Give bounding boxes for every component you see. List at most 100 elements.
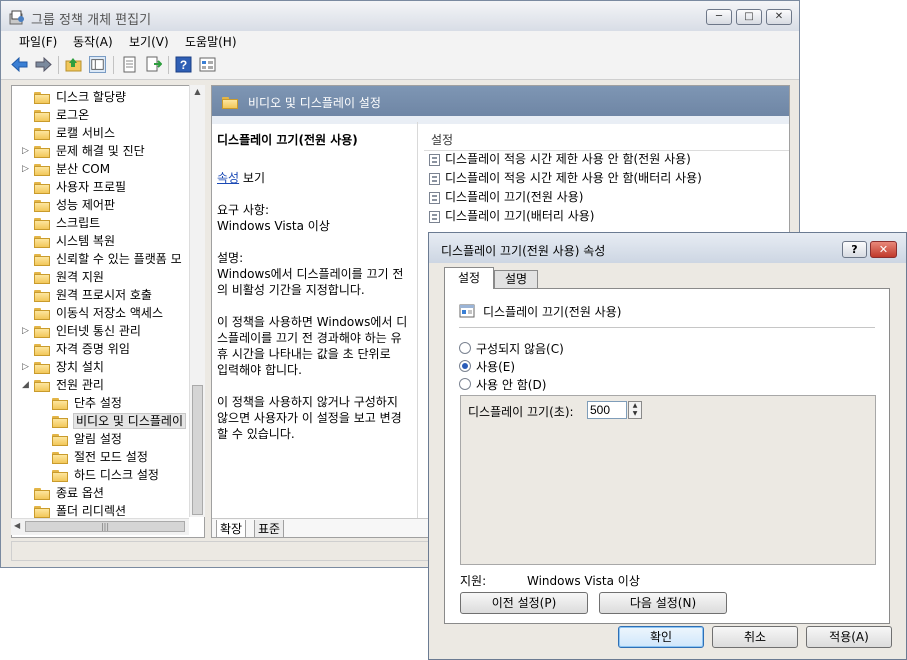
- tree-horizontal-scrollbar[interactable]: ◀ |||: [11, 518, 189, 535]
- tree-item[interactable]: 신뢰할 수 있는 플랫폼 모: [34, 250, 182, 268]
- tree-item[interactable]: 알림 설정: [52, 430, 122, 448]
- tree-expander-icon[interactable]: ▷: [22, 358, 29, 376]
- dialog-title-bar: 디스플레이 끄기(전원 사용) 속성 ? ✕: [429, 233, 906, 263]
- tree-item[interactable]: 단추 설정: [52, 394, 122, 412]
- tab-settings[interactable]: 설정: [444, 267, 494, 289]
- tree-item[interactable]: 스크립트: [34, 214, 100, 232]
- tree-item[interactable]: 절전 모드 설정: [52, 448, 148, 466]
- tree-item[interactable]: ▷ 인터넷 통신 관리: [22, 322, 141, 340]
- tree-item[interactable]: 로그온: [34, 106, 89, 124]
- tree-item[interactable]: 종료 옵션: [34, 484, 104, 502]
- tree-item[interactable]: 원격 지원: [34, 268, 104, 286]
- next-setting-button[interactable]: 다음 설정(N): [599, 592, 727, 614]
- tree-item-label: 이동식 저장소 액세스: [56, 306, 163, 320]
- menu-file[interactable]: 파일(F): [19, 33, 57, 50]
- ok-button[interactable]: 확인: [618, 626, 704, 648]
- folder-icon: [52, 433, 68, 446]
- folder-icon: [34, 271, 50, 284]
- title-bar: 그룹 정책 개체 편집기 ─ □ ✕: [1, 1, 799, 31]
- tree-expander-icon[interactable]: ▷: [22, 322, 29, 340]
- properties-icon[interactable]: [121, 56, 138, 73]
- radio-disabled[interactable]: [459, 378, 471, 390]
- menu-bar: 파일(F) 동작(A) 보기(V) 도움말(H): [1, 31, 799, 51]
- back-arrow-icon[interactable]: [11, 56, 28, 73]
- apply-button[interactable]: 적용(A): [806, 626, 892, 648]
- tree-item[interactable]: 디스크 할당량: [34, 88, 126, 106]
- close-button[interactable]: ✕: [766, 9, 792, 25]
- scroll-thumb[interactable]: [192, 385, 203, 515]
- radio-enabled[interactable]: [459, 360, 471, 372]
- show-tree-icon[interactable]: [89, 56, 106, 73]
- setting-row[interactable]: 디스플레이 적응 시간 제한 사용 안 함(배터리 사용): [429, 169, 702, 188]
- description-line: 휴 시간을 나타내는 값을 초 단위로: [217, 347, 391, 361]
- radio-enabled-label[interactable]: 사용(E): [476, 358, 515, 375]
- radio-not-configured[interactable]: [459, 342, 471, 354]
- tree-vertical-scrollbar[interactable]: ▲: [189, 85, 205, 517]
- help-icon[interactable]: ?: [175, 56, 192, 73]
- previous-setting-button[interactable]: 이전 설정(P): [460, 592, 588, 614]
- tree-item[interactable]: ▷ 문제 해결 및 진단: [22, 142, 145, 160]
- setting-row[interactable]: 디스플레이 적응 시간 제한 사용 안 함(전원 사용): [429, 150, 691, 169]
- policy-setting-icon: [429, 210, 440, 223]
- up-folder-icon[interactable]: [65, 56, 82, 73]
- spin-up-icon[interactable]: ▲: [629, 402, 641, 410]
- minimize-button[interactable]: ─: [706, 9, 732, 25]
- tree-item-label: 원격 지원: [56, 270, 104, 284]
- folder-icon: [34, 109, 50, 122]
- export-list-icon[interactable]: [145, 56, 162, 73]
- seconds-input[interactable]: [587, 401, 627, 419]
- pane-header-title: 비디오 및 디스플레이 설정: [248, 96, 381, 110]
- tree-item[interactable]: 하드 디스크 설정: [52, 466, 159, 484]
- properties-link[interactable]: 속성: [217, 171, 239, 185]
- tree-item-label: 장치 설치: [56, 360, 104, 374]
- menu-action[interactable]: 동작(A): [73, 33, 113, 50]
- tree-item[interactable]: ▷ 분산 COM: [22, 160, 110, 178]
- tree-item[interactable]: 시스템 복원: [34, 232, 115, 250]
- description-line: 의 비활성 기간을 지정합니다.: [217, 283, 365, 297]
- setting-row[interactable]: 디스플레이 끄기(전원 사용): [429, 188, 583, 207]
- radio-not-configured-label[interactable]: 구성되지 않음(C): [476, 340, 564, 357]
- folder-icon: [34, 505, 50, 518]
- tree-item[interactable]: 사용자 프로필: [34, 178, 126, 196]
- setting-row[interactable]: 디스플레이 끄기(배터리 사용): [429, 207, 594, 226]
- menu-help[interactable]: 도움말(H): [185, 33, 237, 50]
- description-line: [217, 298, 417, 314]
- tree-expander-icon[interactable]: ▷: [22, 142, 29, 160]
- svg-text:?: ?: [180, 58, 187, 72]
- menu-view[interactable]: 보기(V): [129, 33, 169, 50]
- forward-arrow-icon[interactable]: [35, 56, 52, 73]
- tree-item[interactable]: 비디오 및 디스플레이: [52, 412, 186, 430]
- tab-explain[interactable]: 설명: [494, 270, 538, 289]
- tree-item[interactable]: 이동식 저장소 액세스: [34, 304, 163, 322]
- help-button[interactable]: ?: [842, 241, 867, 258]
- folder-icon: [34, 235, 50, 248]
- radio-disabled-label[interactable]: 사용 안 함(D): [476, 376, 546, 393]
- dialog-close-button[interactable]: ✕: [870, 241, 897, 258]
- tab-standard[interactable]: 표준: [254, 520, 285, 537]
- tree-item[interactable]: 로캘 서비스: [34, 124, 115, 142]
- seconds-spinner[interactable]: ▲ ▼: [628, 401, 642, 419]
- scroll-left-icon[interactable]: ◀: [14, 521, 20, 530]
- settings-column-header[interactable]: 설정: [424, 128, 789, 151]
- tree-expander-icon[interactable]: ◢: [22, 376, 29, 394]
- folder-icon: [34, 343, 50, 356]
- tree-item-label: 절전 모드 설정: [74, 450, 148, 464]
- tree-item[interactable]: 원격 프로시저 호출: [34, 286, 152, 304]
- cancel-button[interactable]: 취소: [712, 626, 798, 648]
- tab-extended[interactable]: 확장: [216, 520, 247, 537]
- scroll-thumb[interactable]: |||: [25, 521, 185, 532]
- tree-item[interactable]: ▷ 장치 설치: [22, 358, 104, 376]
- tree-item-label: 알림 설정: [74, 432, 122, 446]
- filter-icon[interactable]: [199, 56, 216, 73]
- tree-expander-icon[interactable]: ▷: [22, 160, 29, 178]
- maximize-button[interactable]: □: [736, 9, 762, 25]
- spin-down-icon[interactable]: ▼: [629, 410, 641, 418]
- settings-list: 디스플레이 적응 시간 제한 사용 안 함(전원 사용) 디스플레이 적응 시간 …: [424, 150, 789, 230]
- scroll-up-icon[interactable]: ▲: [192, 87, 203, 99]
- description-line: Windows에서 디스플레이를 끄기 전: [217, 267, 404, 281]
- tree-item[interactable]: 자격 증명 위임: [34, 340, 130, 358]
- console-tree: 디스크 할당량 로그온 로캘 서비스 ▷ 문제 해결 및 진단 ▷ 분산 COM 사용자 프로…: [11, 85, 205, 538]
- window-title: 그룹 정책 개체 편집기: [31, 13, 152, 28]
- tree-item[interactable]: 성능 제어판: [34, 196, 115, 214]
- tree-item[interactable]: ◢ 전원 관리: [22, 376, 104, 394]
